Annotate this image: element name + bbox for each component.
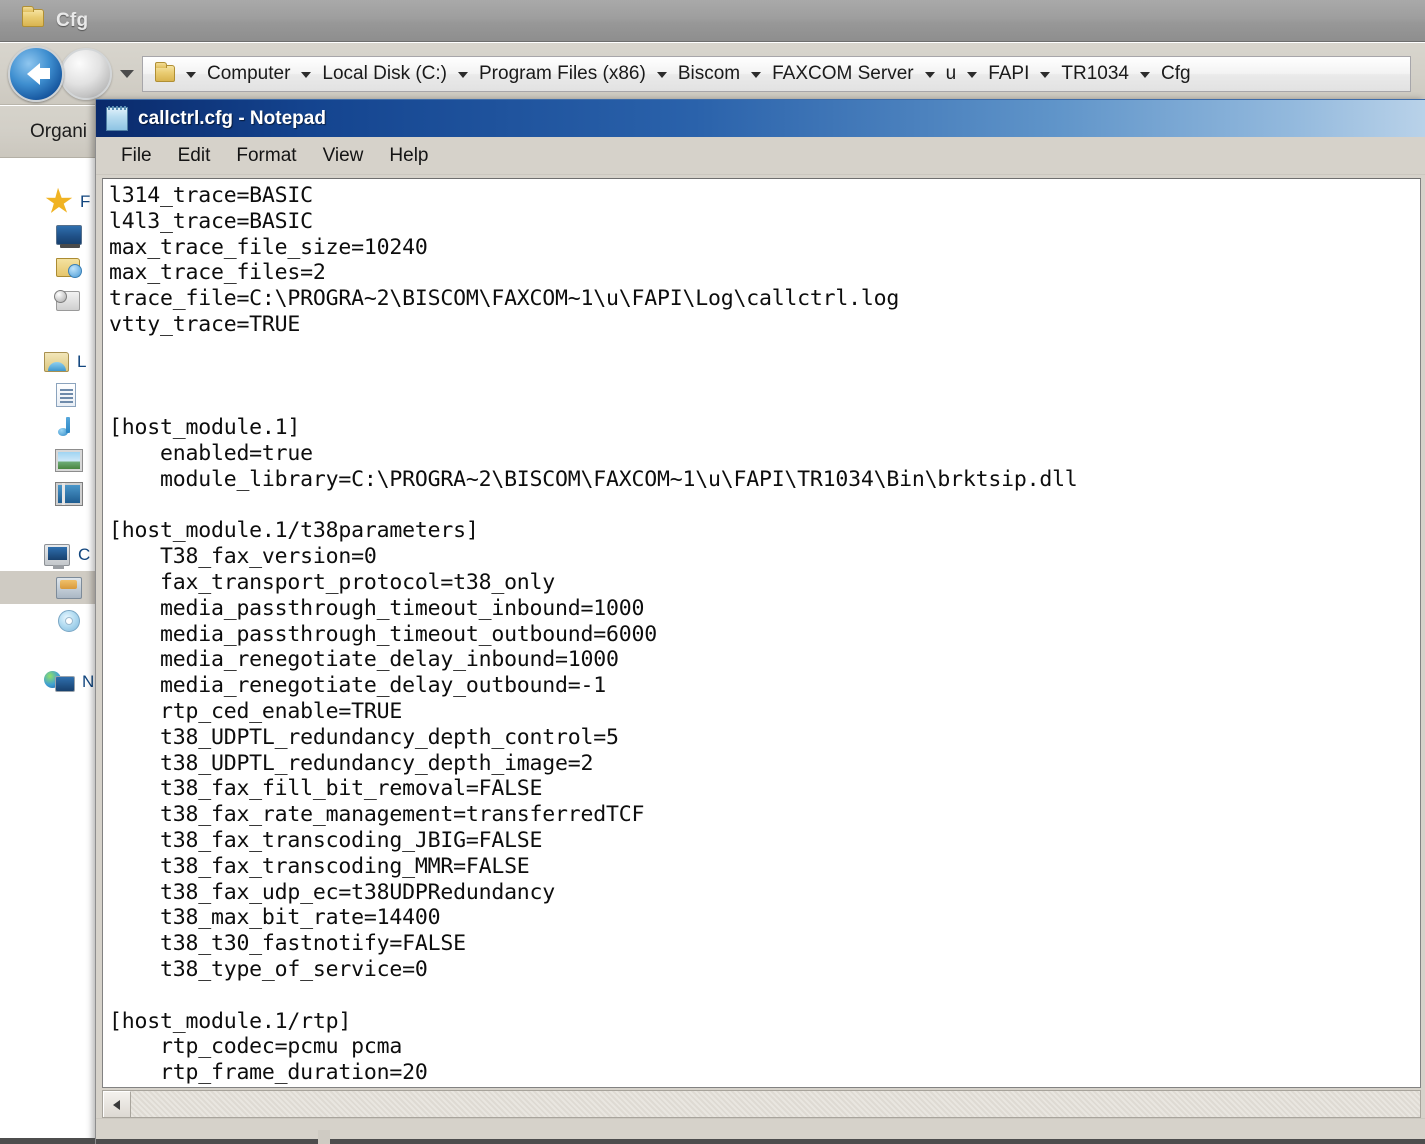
notepad-window: callctrl.cfg - Notepad File Edit Format … xyxy=(95,99,1425,1144)
nav-item-desktop[interactable] xyxy=(0,218,95,251)
notepad-window-title: callctrl.cfg - Notepad xyxy=(138,107,326,129)
organize-button[interactable]: Organi xyxy=(30,121,87,143)
nav-group-favorites-label: F xyxy=(80,191,91,211)
nav-item-videos[interactable] xyxy=(0,477,95,510)
chevron-down-icon[interactable] xyxy=(120,69,134,78)
nav-item-documents[interactable] xyxy=(0,378,95,411)
music-icon xyxy=(56,416,78,440)
arrow-left-icon[interactable] xyxy=(103,1091,131,1117)
nav-item-dvd-drive[interactable] xyxy=(0,604,95,637)
downloads-icon xyxy=(56,258,82,278)
computer-icon xyxy=(44,543,70,569)
breadcrumb-separator-icon[interactable] xyxy=(458,72,468,78)
explorer-navigation-bar: Computer Local Disk (C:) Program Files (… xyxy=(0,43,1425,105)
notepad-titlebar[interactable]: callctrl.cfg - Notepad xyxy=(96,99,1425,137)
menu-file[interactable]: File xyxy=(108,143,165,169)
navigation-pane: F L C N xyxy=(0,159,96,1144)
libraries-icon xyxy=(44,351,69,372)
folder-icon xyxy=(155,62,175,82)
notepad-menubar: File Edit Format View Help xyxy=(96,137,1425,175)
documents-icon xyxy=(56,382,76,407)
breadcrumb-separator-icon[interactable] xyxy=(751,72,762,78)
nav-group-computer[interactable]: C xyxy=(0,538,95,571)
nav-item-music[interactable] xyxy=(0,411,95,444)
nav-group-libraries[interactable]: L xyxy=(0,345,95,378)
menu-view[interactable]: View xyxy=(310,143,377,169)
favorites-star-icon xyxy=(45,190,73,213)
local-disk-icon xyxy=(56,576,82,599)
breadcrumb-separator-icon[interactable] xyxy=(301,72,312,78)
breadcrumb-item-cfg[interactable]: Cfg xyxy=(1159,62,1193,86)
network-icon xyxy=(44,670,75,694)
menu-edit[interactable]: Edit xyxy=(165,143,224,169)
breadcrumb-item-u[interactable]: u xyxy=(944,62,959,86)
nav-item-pictures[interactable] xyxy=(0,444,95,477)
breadcrumb-separator-icon[interactable] xyxy=(1040,72,1051,78)
nav-group-network-label: N xyxy=(82,671,95,691)
menu-format[interactable]: Format xyxy=(223,143,309,169)
address-bar[interactable]: Computer Local Disk (C:) Program Files (… xyxy=(142,55,1411,92)
breadcrumb-item-tr1034[interactable]: TR1034 xyxy=(1059,62,1131,86)
breadcrumb-separator-icon[interactable] xyxy=(967,72,978,78)
menu-help[interactable]: Help xyxy=(376,143,441,169)
breadcrumb-item-program-files[interactable]: Program Files (x86) xyxy=(477,62,648,86)
nav-item-recent-places[interactable] xyxy=(0,284,95,317)
notepad-window-bottom-edge xyxy=(96,1118,1425,1144)
nav-group-computer-label: C xyxy=(78,544,91,564)
breadcrumb-item-local-disk[interactable]: Local Disk (C:) xyxy=(320,62,449,86)
breadcrumb-item-faxcom-server[interactable]: FAXCOM Server xyxy=(770,62,915,86)
breadcrumb-item-biscom[interactable]: Biscom xyxy=(676,62,742,86)
folder-icon xyxy=(22,5,44,33)
notepad-text-content[interactable]: l314_trace=BASIC l4l3_trace=BASIC max_tr… xyxy=(103,179,1420,1086)
nav-group-libraries-label: L xyxy=(77,351,87,371)
breadcrumb-separator-icon[interactable] xyxy=(924,72,935,78)
breadcrumb-separator-icon[interactable] xyxy=(656,72,667,78)
nav-group-favorites[interactable]: F xyxy=(0,185,95,218)
desktop-icon xyxy=(56,224,82,248)
notepad-icon xyxy=(106,105,128,131)
notepad-text-area[interactable]: l314_trace=BASIC l4l3_trace=BASIC max_tr… xyxy=(102,178,1421,1088)
breadcrumb-separator-icon[interactable] xyxy=(186,72,196,78)
back-arrow-icon[interactable] xyxy=(8,45,64,102)
breadcrumb-item-computer[interactable]: Computer xyxy=(205,62,292,86)
videos-icon xyxy=(55,481,83,506)
pictures-icon xyxy=(55,449,83,472)
nav-item-local-disk[interactable] xyxy=(0,571,95,604)
taskbar-nub xyxy=(318,1130,330,1144)
breadcrumb-separator-icon[interactable] xyxy=(1139,72,1150,78)
breadcrumb-item-fapi[interactable]: FAPI xyxy=(986,62,1031,86)
nav-group-network[interactable]: N xyxy=(0,665,95,698)
explorer-titlebar: Cfg xyxy=(0,0,1425,42)
horizontal-scrollbar[interactable] xyxy=(102,1090,1421,1118)
dvd-drive-icon xyxy=(56,609,80,633)
explorer-window-title: Cfg xyxy=(56,9,89,31)
screen: Cfg Computer Local Disk (C:) Program Fil… xyxy=(0,0,1425,1144)
desktop-bottom-strip xyxy=(0,1138,95,1144)
recent-places-icon xyxy=(54,289,80,311)
nav-item-downloads[interactable] xyxy=(0,251,95,284)
forward-arrow-icon[interactable] xyxy=(60,47,112,100)
